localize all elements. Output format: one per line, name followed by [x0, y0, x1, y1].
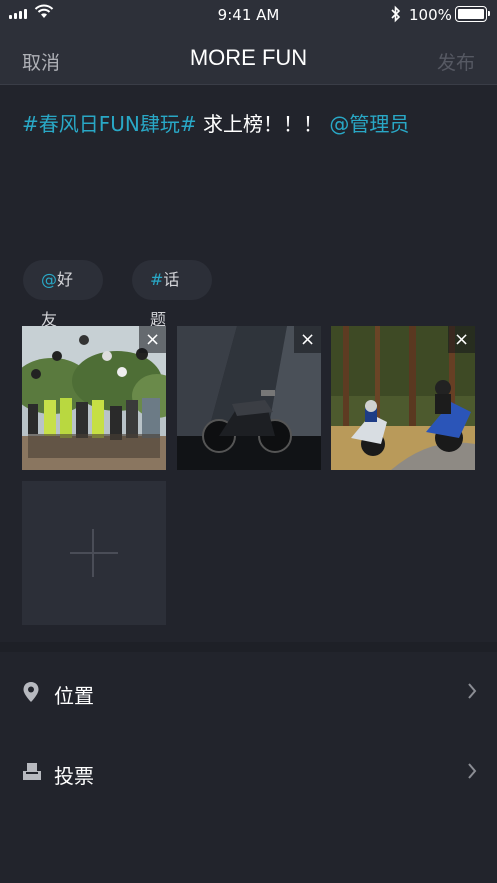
vote-row[interactable]: 投票 — [0, 732, 497, 812]
publish-button[interactable]: 发布 — [437, 48, 475, 75]
location-label: 位置 — [54, 684, 94, 708]
remove-photo-3-button[interactable]: × — [448, 326, 475, 353]
page-title: MORE FUN — [189, 45, 308, 70]
battery-icon — [455, 6, 490, 22]
location-pin-icon — [23, 682, 39, 702]
location-row[interactable]: 位置 — [0, 652, 497, 732]
vote-label: 投票 — [54, 764, 94, 788]
group-of-riders-photo[interactable]: × — [22, 326, 166, 470]
chevron-right-icon — [468, 763, 477, 779]
battery-percent: 100% — [409, 6, 452, 24]
riders-in-forest-photo[interactable]: × — [331, 326, 475, 470]
ballot-box-icon — [23, 763, 41, 780]
post-body-text: 求上榜！！！ — [196, 112, 330, 136]
bluetooth-icon — [391, 5, 401, 23]
add-topic-button[interactable]: #话题 — [132, 260, 212, 329]
status-bar: 9:41 AM 100% — [0, 0, 497, 30]
motorcycle-studio-photo[interactable]: × — [177, 326, 321, 470]
hash-icon: # — [150, 270, 164, 289]
mention-text[interactable]: @管理员 — [329, 112, 409, 136]
hashtag-text[interactable]: #春风日FUN肆玩# — [22, 112, 197, 136]
post-text-input[interactable]: #春风日FUN肆玩# 求上榜！！！ @管理员 — [22, 108, 409, 137]
plus-icon-bar — [70, 552, 118, 554]
remove-photo-2-button[interactable]: × — [294, 326, 321, 353]
remove-photo-1-button[interactable]: × — [139, 326, 166, 353]
nav-bar: 取消 MORE FUN 发布 — [0, 30, 497, 85]
at-icon: @ — [41, 270, 57, 289]
add-photo-button[interactable] — [22, 481, 166, 625]
section-divider — [0, 642, 497, 652]
mention-friend-button[interactable]: @好友 — [23, 260, 103, 329]
chevron-right-icon — [468, 683, 477, 699]
